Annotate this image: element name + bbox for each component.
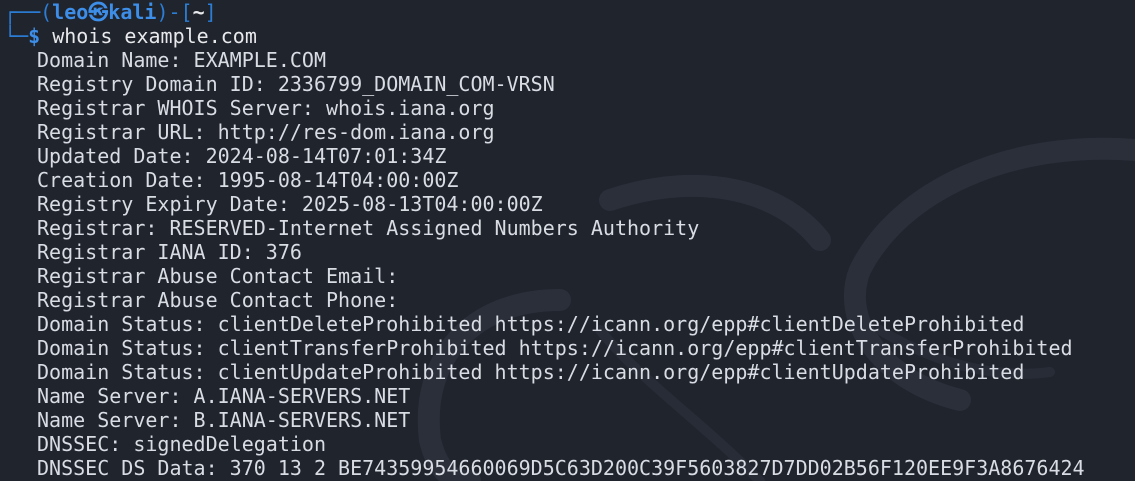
output-line: Registry Expiry Date: 2025-08-13T04:00:0…	[37, 192, 543, 216]
prompt-frame-open: ┌──(	[4, 0, 53, 24]
output-line: Registrar Abuse Contact Phone:	[37, 288, 399, 312]
prompt-header-line: ┌──(leo㉿kali)-[~]	[4, 0, 1135, 24]
prompt-symbol: $	[28, 24, 41, 48]
terminal-window[interactable]: ┌──(leo㉿kali)-[~] └─$ whois example.com …	[0, 0, 1135, 481]
prompt-host: kali	[108, 0, 157, 24]
output-line: Domain Status: clientDeleteProhibited ht…	[37, 312, 1025, 336]
prompt-cwd: ~	[192, 0, 205, 24]
prompt-frame-mid: )-[	[156, 0, 193, 24]
output-line: Domain Status: clientTransferProhibited …	[37, 336, 1073, 360]
output-line: Registrar WHOIS Server: whois.iana.org	[37, 96, 495, 120]
kali-separator-icon: ㉿	[88, 0, 109, 24]
output-line: Registrar IANA ID: 376	[37, 240, 302, 264]
output-line: Registrar URL: http://res-dom.iana.org	[37, 120, 495, 144]
output-line: Name Server: B.IANA-SERVERS.NET	[37, 408, 411, 432]
output-line: Registrar: RESERVED-Internet Assigned Nu…	[37, 216, 700, 240]
output-line: DNSSEC DS Data: 370 13 2 BE7435995466006…	[37, 456, 1085, 480]
command-line[interactable]: └─$ whois example.com	[4, 24, 1135, 48]
output-line: Creation Date: 1995-08-14T04:00:00Z	[37, 168, 459, 192]
terminal-content: ┌──(leo㉿kali)-[~] └─$ whois example.com …	[4, 0, 1135, 480]
prompt-frame-close: ]	[204, 0, 217, 24]
output-line: Domain Name: EXAMPLE.COM	[37, 48, 326, 72]
command-text: whois example.com	[52, 24, 257, 48]
output-line: Name Server: A.IANA-SERVERS.NET	[37, 384, 411, 408]
output-line: Registry Domain ID: 2336799_DOMAIN_COM-V…	[37, 72, 555, 96]
prompt-user: leo	[52, 0, 89, 24]
prompt-frame-bottom: └─	[4, 24, 29, 48]
output-line: Registrar Abuse Contact Email:	[37, 264, 399, 288]
output-line: Updated Date: 2024-08-14T07:01:34Z	[37, 144, 447, 168]
output-line: DNSSEC: signedDelegation	[37, 432, 326, 456]
output-line: Domain Status: clientUpdateProhibited ht…	[37, 360, 1025, 384]
